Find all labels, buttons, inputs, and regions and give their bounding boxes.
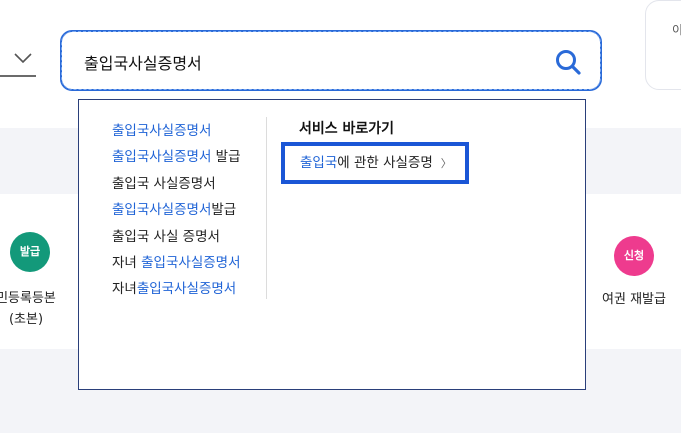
suggestion-match-text: 출입국사실증명서 [141, 255, 241, 272]
service-label-line2: (초본) [8, 312, 44, 327]
suggestion-item[interactable]: 출입국 사실증명서 [112, 171, 241, 197]
apply-badge: 신청 [614, 236, 654, 276]
service-label: 민등록등본 (초본) [0, 288, 66, 330]
service-passport-reissue[interactable]: 신청 여권 재발급 [598, 236, 670, 307]
shortcut-link-rest: 에 관한 사실증명 [337, 155, 433, 171]
suggestion-item[interactable]: 자녀출입국사실증명서 [112, 276, 241, 302]
suggestion-text: 출입국 사실 증명서 [112, 228, 220, 245]
top-right-card-text: 이 [672, 23, 681, 37]
category-select-underline [0, 75, 36, 77]
suggestion-text: 발급 [211, 149, 241, 166]
suggestion-match-text: 출입국사실증명서 [112, 202, 212, 219]
suggestion-match-text: 출입국사실증명서 [112, 123, 212, 139]
chevron-right-icon: 〉 [440, 157, 452, 170]
search-box [60, 30, 602, 91]
search-icon [556, 50, 581, 75]
autocomplete-dropdown: 출입국사실증명서 출입국사실증명서 발급 출입국 사실증명서 출입국사실증명서발급 출입… [78, 99, 586, 390]
chevron-down-icon[interactable] [14, 52, 32, 64]
suggestion-text: 자녀 [112, 281, 137, 298]
search-button[interactable] [554, 48, 582, 76]
suggestion-item[interactable]: 출입국사실증명서 [112, 118, 241, 144]
suggestion-match-text: 출입국사실증명서 [112, 149, 212, 166]
divider [266, 117, 267, 299]
suggestion-item[interactable]: 자녀 출입국사실증명서 [112, 250, 241, 276]
search-input[interactable] [82, 46, 526, 78]
shortcut-title: 서비스 바로가기 [299, 121, 395, 137]
issue-badge: 발급 [10, 232, 50, 272]
suggestion-text: 자녀 [112, 255, 142, 272]
suggestion-match-text: 출입국사실증명서 [136, 281, 237, 298]
suggestion-text: 출입국 사실증명서 [112, 175, 216, 192]
suggestion-text: 발급 [211, 202, 237, 219]
shortcut-link-highlight: 출입국 [300, 155, 338, 171]
shortcut-link[interactable]: 출입국에 관한 사실증명 〉 [281, 142, 469, 184]
service-resident-registration[interactable]: 발급 민등록등본 (초본) [0, 232, 58, 327]
suggestion-list: 출입국사실증명서 출입국사실증명서 발급 출입국 사실증명서 출입국사실증명서발급 출입… [112, 118, 241, 303]
service-label: 여권 재발급 [602, 292, 666, 307]
suggestion-item[interactable]: 출입국사실증명서발급 [112, 197, 241, 223]
service-label-line1: 민등록등본 [0, 291, 56, 306]
top-right-card[interactable]: 이 [645, 0, 681, 90]
suggestion-item[interactable]: 출입국 사실 증명서 [112, 224, 241, 250]
suggestion-item[interactable]: 출입국사실증명서 발급 [112, 144, 241, 170]
